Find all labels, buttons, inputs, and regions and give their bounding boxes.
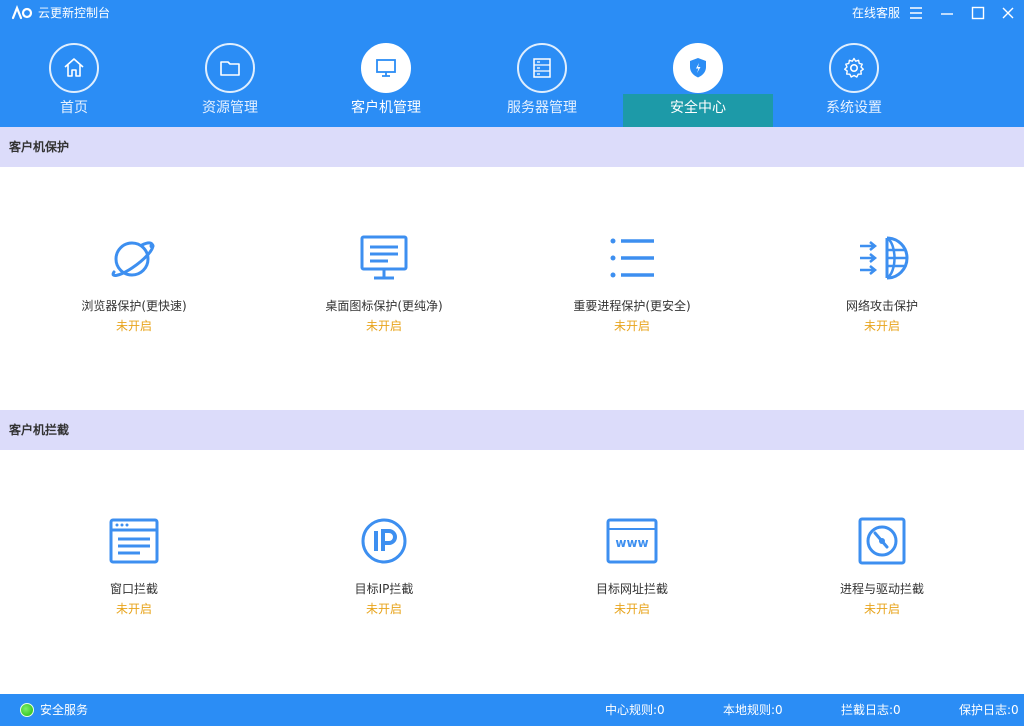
feature-process-protection[interactable]: 重要进程保护(更安全) 未开启 xyxy=(522,230,742,350)
section-header-protection: 客户机保护 xyxy=(0,127,1024,167)
nav-settings-label: 系统设置 xyxy=(826,100,882,116)
disk-drive-icon xyxy=(858,517,906,565)
maximize-icon xyxy=(971,6,985,20)
nav-home[interactable]: 首页 xyxy=(0,26,149,127)
feature-status: 未开启 xyxy=(863,319,900,333)
svg-text:www: www xyxy=(615,536,648,550)
feature-ip-intercept[interactable]: 目标IP拦截 未开启 xyxy=(274,513,494,633)
server-icon xyxy=(533,58,551,78)
feature-network-attack-protection[interactable]: 网络攻击保护 未开启 xyxy=(772,230,992,350)
feature-status: 未开启 xyxy=(115,602,152,616)
shield-icon xyxy=(690,58,706,78)
main-nav: 首页 资源管理 客户机管理 服务器管理 安全中心 系统设置 xyxy=(0,26,1024,127)
feature-status: 未开启 xyxy=(365,602,402,616)
close-button[interactable] xyxy=(998,3,1018,23)
app-title: 云更新控制台 xyxy=(38,6,111,20)
protect-log-count[interactable]: 保护日志:0 xyxy=(959,702,1019,718)
www-icon: www xyxy=(606,518,658,564)
feature-name: 网络攻击保护 xyxy=(845,299,918,313)
nav-server-label: 服务器管理 xyxy=(507,100,577,116)
online-support-link[interactable]: 在线客服 xyxy=(852,5,900,21)
nav-resources-label: 资源管理 xyxy=(202,100,258,116)
gear-icon xyxy=(844,57,864,78)
feature-status: 未开启 xyxy=(115,319,152,333)
nav-server[interactable]: 服务器管理 xyxy=(467,26,617,127)
monitor-icon xyxy=(376,59,396,77)
feature-name: 桌面图标保护(更纯净) xyxy=(325,299,443,313)
nav-client[interactable]: 客户机管理 xyxy=(311,26,461,127)
title-bar: 云更新控制台 在线客服 xyxy=(0,0,1024,26)
home-icon xyxy=(64,58,84,77)
folder-icon xyxy=(220,61,240,76)
feature-status: 未开启 xyxy=(365,319,402,333)
feature-url-intercept[interactable]: www 目标网址拦截 未开启 xyxy=(522,513,742,633)
feature-status: 未开启 xyxy=(613,319,650,333)
feature-process-driver-intercept[interactable]: 进程与驱动拦截 未开启 xyxy=(772,513,992,633)
center-rules-count[interactable]: 中心规则:0 xyxy=(605,702,665,718)
feature-browser-protection[interactable]: 浏览器保护(更快速) 未开启 xyxy=(24,230,244,350)
security-service-status: 安全服务 xyxy=(40,703,89,717)
local-rules-count[interactable]: 本地规则:0 xyxy=(723,702,783,718)
nav-security-label: 安全中心 xyxy=(670,100,726,116)
network-globe-icon xyxy=(860,236,909,280)
close-icon xyxy=(1002,7,1014,19)
feature-name: 进程与驱动拦截 xyxy=(839,582,924,596)
feature-window-intercept[interactable]: 窗口拦截 未开启 xyxy=(24,513,244,633)
minimize-button[interactable] xyxy=(937,3,957,23)
feature-name: 目标IP拦截 xyxy=(354,582,414,596)
nav-home-label: 首页 xyxy=(60,100,88,116)
nav-client-label: 客户机管理 xyxy=(351,100,421,116)
maximize-button[interactable] xyxy=(968,3,988,23)
console-window: 云更新控制台 在线客服 首页 资源管理 客户机管理 服务器管理 安全中心 系统设… xyxy=(0,0,1024,726)
process-list-icon xyxy=(610,238,654,278)
intercept-log-count[interactable]: 拦截日志:0 xyxy=(841,702,901,718)
hamburger-icon xyxy=(910,7,922,19)
section-header-intercept: 客户机拦截 xyxy=(0,410,1024,450)
feature-name: 窗口拦截 xyxy=(109,582,158,596)
browser-planet-icon xyxy=(111,241,155,277)
ip-icon xyxy=(361,518,407,564)
desktop-monitor-icon xyxy=(360,235,408,280)
nav-security[interactable]: 安全中心 xyxy=(623,26,773,127)
nav-settings[interactable]: 系统设置 xyxy=(779,26,929,127)
feature-name: 浏览器保护(更快速) xyxy=(81,299,187,313)
feature-desktop-icon-protection[interactable]: 桌面图标保护(更纯净) 未开启 xyxy=(274,230,494,350)
logo-icon xyxy=(11,5,33,20)
status-bar: 安全服务 中心规则:0 本地规则:0 拦截日志:0 保护日志:0 xyxy=(0,694,1024,726)
service-status-dot-icon xyxy=(20,703,34,717)
feature-name: 重要进程保护(更安全) xyxy=(573,299,691,313)
feature-status: 未开启 xyxy=(613,602,650,616)
menu-button[interactable] xyxy=(906,3,926,23)
minimize-icon xyxy=(941,13,953,15)
nav-resources[interactable]: 资源管理 xyxy=(155,26,305,127)
window-icon xyxy=(109,518,159,564)
feature-status: 未开启 xyxy=(863,602,900,616)
feature-name: 目标网址拦截 xyxy=(595,582,668,596)
